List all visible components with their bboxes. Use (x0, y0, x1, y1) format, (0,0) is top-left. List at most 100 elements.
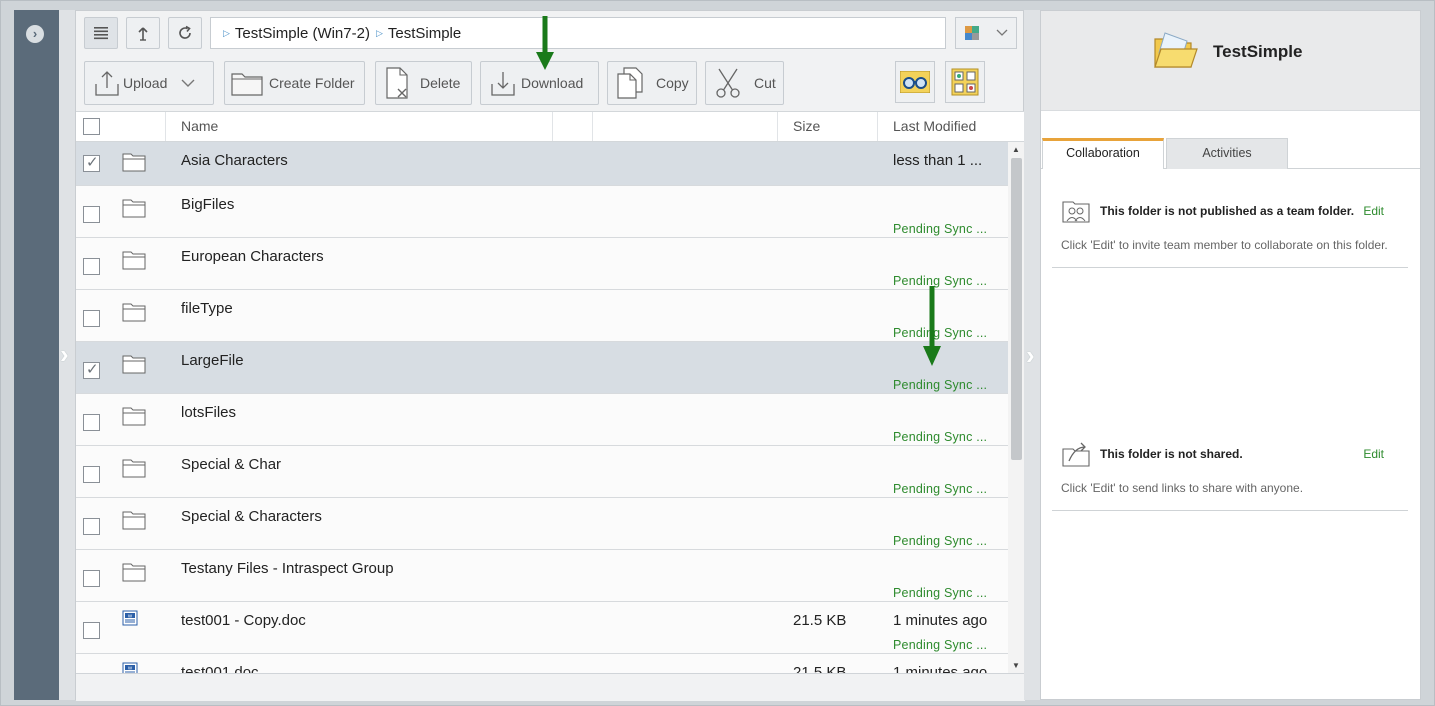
item-name[interactable]: lotsFiles (181, 404, 236, 421)
menu-button[interactable] (84, 17, 118, 49)
list-item[interactable]: Special & Char Pending Sync ... (76, 446, 1008, 498)
folder-icon (122, 198, 146, 223)
preview-button[interactable] (895, 61, 935, 103)
annotation-arrow-download (536, 16, 554, 70)
share-description: Click 'Edit' to send links to share with… (1061, 481, 1304, 495)
folder-icon (122, 510, 146, 535)
doc-icon: W (122, 662, 138, 673)
folder-icon (122, 354, 146, 379)
item-name[interactable]: European Characters (181, 248, 324, 265)
folder-icon (122, 458, 146, 483)
up-folder-button[interactable] (126, 17, 160, 49)
upload-button[interactable]: Upload (84, 61, 214, 105)
item-sync-status: Pending Sync ... (893, 482, 988, 497)
row-checkbox[interactable] (83, 414, 100, 431)
delete-icon (382, 67, 414, 99)
crumb-arrow-icon: ▷ (375, 27, 383, 38)
item-sync-status: Pending Sync ... (893, 222, 988, 237)
share-folder-icon (1062, 442, 1090, 467)
row-checkbox[interactable] (83, 206, 100, 223)
list-scrollbar[interactable]: ▲ ▼ (1008, 142, 1025, 673)
item-sync-status: Pending Sync ... (893, 534, 988, 549)
view-mode-icon (964, 26, 979, 40)
column-header-blank[interactable] (553, 112, 593, 141)
team-folder-section: This folder is not published as a team f… (1052, 196, 1408, 268)
view-mode-select[interactable] (955, 17, 1017, 49)
cut-button[interactable]: Cut (705, 61, 784, 105)
list-header: Name Size Last Modified (76, 111, 1025, 142)
refresh-button[interactable] (168, 17, 202, 49)
item-last-modified: 1 minutes ago (893, 664, 988, 673)
grid-icon (951, 68, 979, 96)
column-header-size[interactable]: Size (778, 112, 878, 141)
team-folder-description: Click 'Edit' to invite team member to co… (1061, 238, 1388, 252)
chevron-down-icon[interactable] (181, 79, 195, 88)
breadcrumb-item-current[interactable]: TestSimple (388, 25, 461, 42)
column-header-blank-2[interactable] (593, 112, 778, 141)
team-folder-edit-link[interactable]: Edit (1363, 204, 1384, 218)
open-folder-icon (1154, 32, 1198, 68)
scroll-thumb[interactable] (1011, 158, 1022, 460)
row-checkbox[interactable] (83, 622, 100, 639)
tab-collaboration[interactable]: Collaboration (1042, 138, 1164, 169)
breadcrumb-item-parent[interactable]: TestSimple (Win7-2) (235, 25, 370, 42)
row-checkbox[interactable] (83, 518, 100, 535)
item-name[interactable]: test001 - Copy.doc (181, 612, 306, 629)
select-all-checkbox[interactable] (83, 118, 100, 135)
item-name[interactable]: Special & Characters (181, 508, 322, 525)
row-checkbox[interactable] (83, 570, 100, 587)
list-item[interactable]: European Characters Pending Sync ... (76, 238, 1008, 290)
item-name[interactable]: fileType (181, 300, 233, 317)
list-item[interactable]: Testany Files - Intraspect Group Pending … (76, 550, 1008, 602)
refresh-icon (179, 25, 191, 39)
crumb-arrow-icon: ▷ (223, 27, 230, 38)
item-name[interactable]: BigFiles (181, 196, 234, 213)
item-size: 21.5 KB (793, 664, 847, 673)
left-splitter-chevron-icon[interactable]: › (60, 340, 72, 368)
cut-icon (712, 67, 744, 99)
item-sync-status: Pending Sync ... (893, 430, 988, 445)
row-checkbox[interactable] (83, 258, 100, 275)
expand-nav-icon[interactable]: › (26, 25, 44, 43)
scroll-down-icon[interactable]: ▼ (1012, 661, 1020, 670)
create-folder-button[interactable]: Create Folder (224, 61, 365, 105)
list-item[interactable]: BigFiles Pending Sync ... (76, 186, 1008, 238)
tab-activities[interactable]: Activities (1166, 138, 1288, 169)
list-item[interactable]: Wtest001.doc 21.5 KB 1 minutes ago (76, 654, 1008, 673)
folder-icon (122, 152, 146, 177)
item-last-modified: 1 minutes ago (893, 612, 988, 629)
row-checkbox[interactable] (83, 310, 100, 327)
share-edit-link[interactable]: Edit (1363, 447, 1384, 461)
scroll-up-icon[interactable]: ▲ (1012, 145, 1020, 154)
upload-icon (91, 67, 123, 99)
row-checkbox[interactable] (83, 153, 100, 172)
right-splitter-chevron-icon[interactable]: › (1026, 340, 1035, 371)
list-item[interactable]: Special & Characters Pending Sync ... (76, 498, 1008, 550)
item-name[interactable]: test001.doc (181, 664, 259, 673)
item-name[interactable]: LargeFile (181, 352, 244, 369)
list-item[interactable]: LargeFile Pending Sync ... (76, 342, 1008, 394)
column-header-name[interactable]: Name (166, 112, 553, 141)
folder-icon (231, 67, 263, 99)
share-section: This folder is not shared. Edit Click 'E… (1052, 439, 1408, 511)
chevron-down-icon (996, 29, 1007, 36)
copy-icon (614, 67, 646, 99)
copy-button[interactable]: Copy (607, 61, 697, 105)
row-checkbox[interactable] (83, 466, 100, 483)
list-item[interactable]: lotsFiles Pending Sync ... (76, 394, 1008, 446)
download-icon (487, 67, 519, 99)
delete-button[interactable]: Delete (375, 61, 472, 105)
glasses-icon (900, 71, 930, 93)
row-checkbox[interactable] (83, 360, 100, 379)
item-name[interactable]: Special & Char (181, 456, 281, 473)
folder-icon (122, 302, 146, 327)
list-item[interactable]: Wtest001 - Copy.doc 21.5 KB 1 minutes ago P… (76, 602, 1008, 654)
item-name[interactable]: Testany Files - Intraspect Group (181, 560, 394, 577)
item-name[interactable]: Asia Characters (181, 152, 288, 169)
list-item[interactable]: Asia Characters less than 1 ... (76, 142, 1008, 186)
list-item[interactable]: fileType Pending Sync ... (76, 290, 1008, 342)
item-size: 21.5 KB (793, 612, 847, 629)
menu-icon (94, 27, 108, 40)
column-header-last-modified[interactable]: Last Modified (878, 112, 1025, 141)
properties-button[interactable] (945, 61, 985, 103)
